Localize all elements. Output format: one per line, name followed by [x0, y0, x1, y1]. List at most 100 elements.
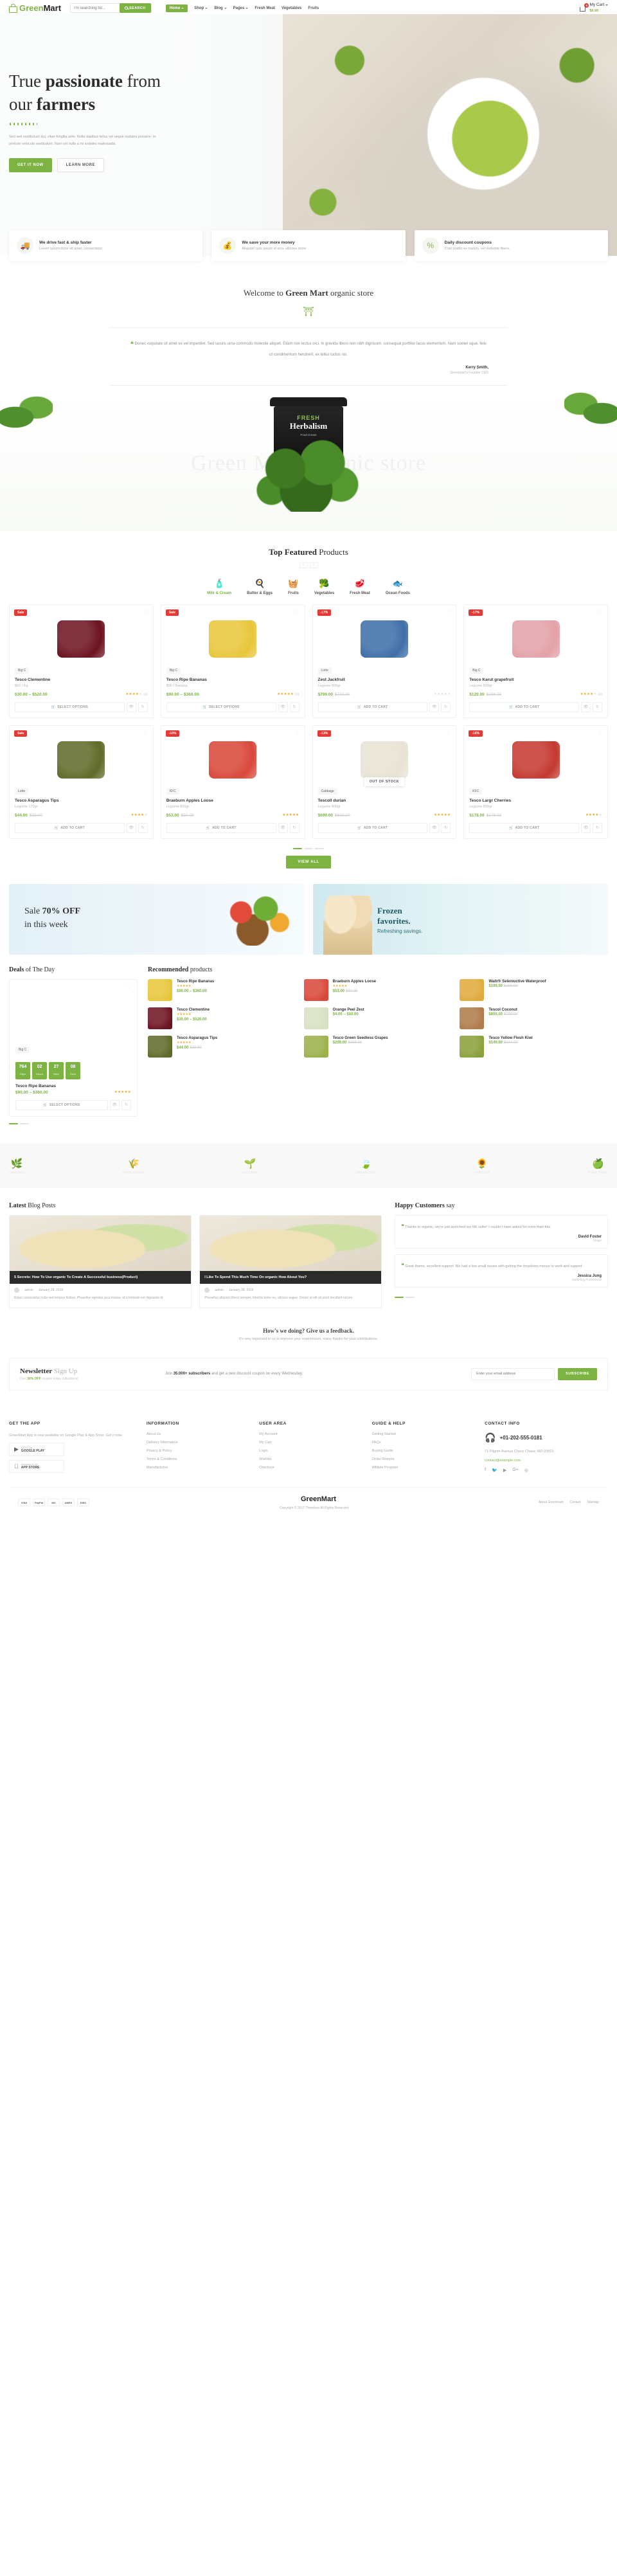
facebook-icon[interactable]: f: [485, 1468, 486, 1473]
footer-link[interactable]: About Us: [147, 1432, 245, 1436]
carousel-dot[interactable]: [315, 847, 324, 849]
compare-icon[interactable]: ↻: [289, 701, 300, 712]
quick-view-icon[interactable]: 👁: [429, 701, 440, 712]
footer-link[interactable]: Affiliate Program: [372, 1466, 470, 1470]
nav-item-pages[interactable]: Pages: [233, 6, 249, 10]
product-card[interactable]: -16% ♡ KFC Tesco Largr Cherries Legume 800gr…: [463, 725, 608, 839]
wishlist-heart-icon[interactable]: ♡: [598, 609, 602, 615]
product-action-button[interactable]: 🛒 ADD TO CART: [317, 701, 428, 712]
brand-logo[interactable]: 🌱 NATURAL: [242, 1158, 258, 1174]
compare-icon[interactable]: ↻: [121, 1099, 131, 1110]
footer-link[interactable]: Terms & Conditions: [147, 1457, 245, 1461]
nav-item-vegetables[interactable]: Vegetables: [282, 6, 301, 10]
product-card[interactable]: -17% ♡ Big C Tesco Karut grapefruit Legume 8…: [463, 604, 608, 718]
wishlist-heart-icon[interactable]: ♡: [294, 609, 299, 615]
subscribe-button[interactable]: SUBSCRIBE: [558, 1367, 597, 1380]
compare-icon[interactable]: ↻: [441, 701, 451, 712]
carousel-next-button[interactable]: ›: [309, 562, 318, 568]
product-card[interactable]: Sale ♡ Lotte Tesco Asparagus Tips Legume 170…: [9, 725, 154, 839]
footer-link[interactable]: Buying Guide: [372, 1449, 470, 1453]
product-action-button[interactable]: 🛒 SELECT OPTIONS: [15, 701, 125, 712]
footer-link[interactable]: FAQs: [372, 1441, 470, 1445]
deal-select-options-button[interactable]: 🛒 SELECT OPTIONS: [15, 1099, 108, 1110]
product-action-button[interactable]: 🛒 ADD TO CART: [469, 701, 579, 712]
quick-view-icon[interactable]: 👁: [278, 822, 288, 833]
blog-card[interactable]: 5 Secrets: How To Use organic To Create …: [9, 1214, 192, 1308]
compare-icon[interactable]: ↻: [289, 822, 300, 833]
tab-vegetables[interactable]: 🥦 Vegetables: [314, 579, 334, 595]
footer-link[interactable]: Checkout: [259, 1466, 357, 1470]
learn-more-button[interactable]: LEARN MORE: [57, 158, 105, 172]
get-it-now-button[interactable]: GET IT NOW: [9, 158, 52, 172]
wishlist-heart-icon[interactable]: ♡: [294, 730, 299, 736]
footer-link-contact[interactable]: Contact: [569, 1500, 580, 1504]
customer-dot[interactable]: [395, 1297, 404, 1299]
footer-link[interactable]: My Account: [259, 1432, 357, 1436]
product-card[interactable]: -13% ♡ OUT OF STOCK Cabbage Tescoll durian Le…: [312, 725, 457, 839]
banner-sale[interactable]: Sale 70% OFF in this week: [9, 883, 304, 955]
google-plus-icon[interactable]: G+: [512, 1468, 519, 1473]
footer-link[interactable]: Manufactures: [147, 1466, 245, 1470]
carousel-dot[interactable]: [293, 847, 302, 849]
recommended-item[interactable]: Orange Peel Zest $4.00 – $10.00: [303, 1007, 452, 1029]
wishlist-heart-icon[interactable]: ♡: [446, 609, 451, 615]
brand-logo[interactable]: 🍏 PURE FOOD: [588, 1158, 608, 1174]
brand-logo[interactable]: 🌾 FARM FRESH: [123, 1158, 145, 1174]
product-action-button[interactable]: 🛒 ADD TO CART: [15, 822, 125, 833]
quick-view-icon[interactable]: 👁: [581, 822, 591, 833]
app-store-button[interactable]:  Download on theAPP STORE: [9, 1460, 64, 1473]
recommended-item[interactable]: Tesco Ripe Bananas ★★★★★ $90.00 – $360.00: [148, 978, 296, 1001]
compare-icon[interactable]: ↻: [593, 701, 602, 712]
wishlist-heart-icon[interactable]: ♡: [127, 984, 132, 990]
carousel-prev-button[interactable]: ‹: [299, 562, 308, 568]
quick-view-icon[interactable]: 👁: [278, 701, 288, 712]
footer-link[interactable]: Delivery Information: [147, 1441, 245, 1445]
wishlist-heart-icon[interactable]: ♡: [143, 609, 148, 615]
quick-view-icon[interactable]: 👁: [126, 822, 136, 833]
tab-butter-eggs[interactable]: 🍳 Butter & Eggs: [247, 579, 273, 595]
instagram-icon[interactable]: ◎: [524, 1468, 528, 1473]
recommended-item[interactable]: Braeburn Apples Loose ★★★★★ $53.00 $30.00: [303, 978, 452, 1001]
compare-icon[interactable]: ↻: [593, 822, 602, 833]
brand-logo[interactable]: 🍃 GREEN LIFE: [356, 1158, 377, 1174]
footer-link[interactable]: My Cart: [259, 1441, 357, 1445]
brand-logo[interactable]: 🌻 HARVEST: [474, 1158, 490, 1174]
tab-ocean-foods[interactable]: 🐟 Ocean Foods: [386, 579, 410, 595]
tab-milk-cream[interactable]: 🧴 Milk & Cream: [207, 579, 231, 595]
recommended-item[interactable]: Tescol Coconut $800.00 $720.00: [460, 1007, 608, 1029]
product-card[interactable]: -10% ♡ KFC Braeburn Apples Loose Legume 800g…: [160, 725, 305, 839]
youtube-icon[interactable]: ▶: [503, 1468, 506, 1473]
nav-item-fresh-meat[interactable]: Fresh Meat: [255, 6, 275, 10]
customer-dot[interactable]: [406, 1297, 415, 1299]
compare-icon[interactable]: ↻: [138, 822, 148, 833]
site-logo[interactable]: GreenMart: [9, 3, 61, 13]
nav-item-home[interactable]: Home: [165, 4, 188, 12]
footer-link-sitemap[interactable]: Sitemap: [587, 1500, 599, 1504]
nav-item-shop[interactable]: Shop: [194, 6, 208, 10]
carousel-dots[interactable]: [0, 847, 617, 849]
contact-email[interactable]: contact@example.com: [485, 1459, 608, 1463]
product-action-button[interactable]: 🛒 ADD TO CART: [166, 822, 276, 833]
product-action-button[interactable]: 🛒 ADD TO CART: [469, 822, 579, 833]
product-card[interactable]: Sale ♡ Big C Tesco Clementine $60 / Kg $30.00…: [9, 604, 154, 718]
footer-link[interactable]: Getting Started: [372, 1432, 470, 1436]
tab-fruits[interactable]: 🧺 Fruits: [288, 579, 299, 595]
quick-view-icon[interactable]: 👁: [110, 1099, 120, 1110]
wishlist-heart-icon[interactable]: ♡: [598, 730, 602, 736]
blog-card[interactable]: I Like To Spend This Much Time On organi…: [199, 1214, 382, 1308]
recommended-item[interactable]: Waitrfr Seleniuctive Waterproof $199.00 $1…: [460, 978, 608, 1001]
recommended-item[interactable]: Tesco Yellow Flesh Kiwi $149.00 $134.00: [460, 1035, 608, 1058]
newsletter-email-input[interactable]: [471, 1367, 555, 1380]
recommended-item[interactable]: Tesco Clementine ★★★★★ $30.00 – $520.00: [148, 1007, 296, 1029]
carousel-dot[interactable]: [304, 847, 313, 849]
product-card[interactable]: Sale ♡ Big C Tesco Ripe Bananas $90 / Banana…: [160, 604, 305, 718]
deal-dot[interactable]: [20, 1122, 29, 1124]
contact-phone[interactable]: +01-202-555-0181: [500, 1435, 542, 1441]
footer-link-about[interactable]: About Greenmart: [539, 1500, 563, 1504]
footer-link[interactable]: Order Returns: [372, 1457, 470, 1461]
recommended-item[interactable]: Tesco Asparagus Tips ★★★★★ $44.00 $39.00: [148, 1035, 296, 1058]
quick-view-icon[interactable]: 👁: [126, 701, 136, 712]
twitter-icon[interactable]: 🐦: [492, 1468, 497, 1473]
search-input[interactable]: [71, 6, 120, 10]
cart-widget[interactable]: 0 My Cart $0.00: [579, 3, 608, 13]
